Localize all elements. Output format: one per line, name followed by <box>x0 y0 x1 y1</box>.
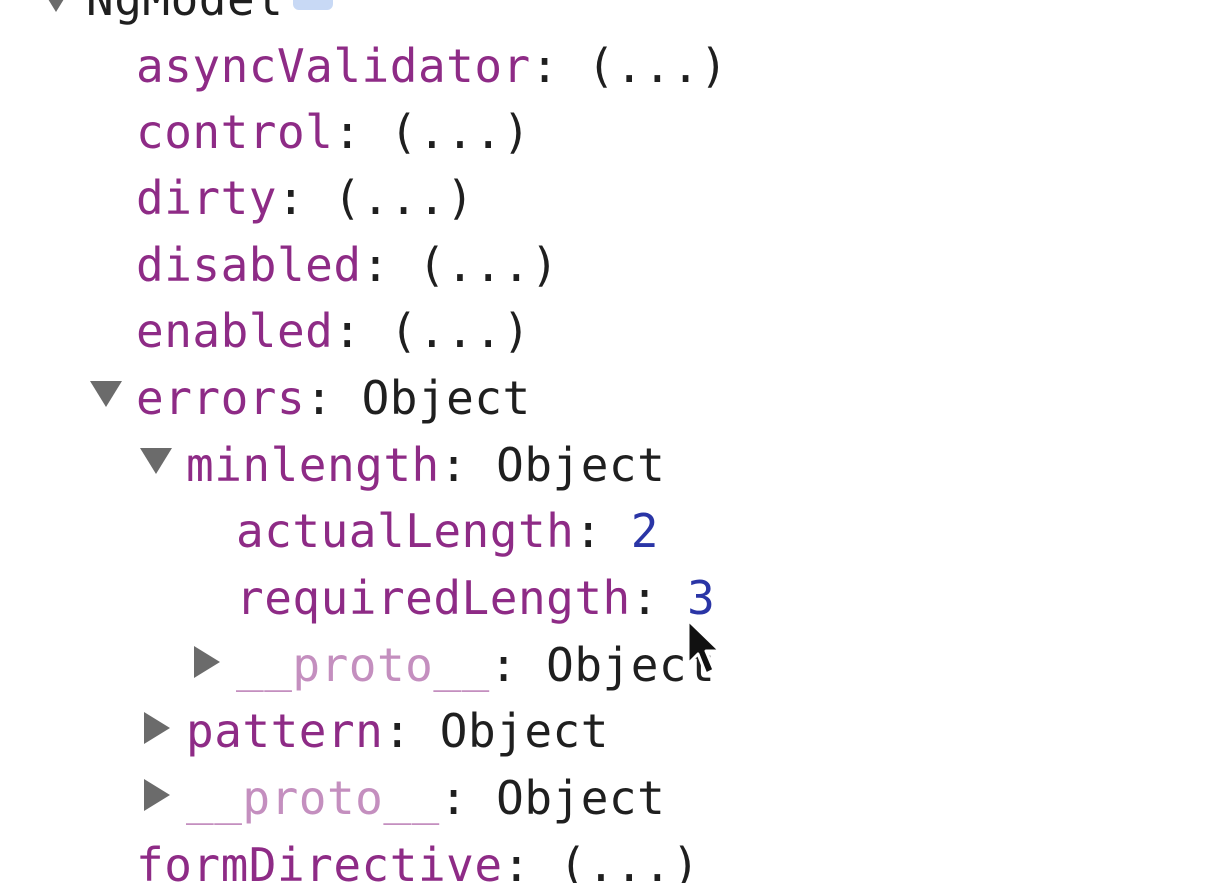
expand-triangle-down-icon[interactable] <box>90 381 122 407</box>
key-separator: : <box>305 371 334 425</box>
key-separator: : <box>489 638 518 692</box>
tree-row-errors[interactable]: errors: Object <box>90 365 531 431</box>
tree-row-requiredlength[interactable]: requiredLength: 3 <box>236 565 715 631</box>
property-key-inherited: __proto__ <box>236 638 490 692</box>
tree-row-actuallength[interactable]: actualLength: 2 <box>236 498 659 564</box>
expand-triangle-right-icon[interactable] <box>144 712 170 744</box>
property-value[interactable]: (...) <box>333 171 474 225</box>
property-value[interactable]: (...) <box>390 304 531 358</box>
mouse-pointer-icon <box>686 618 722 676</box>
property-value-number: 3 <box>687 571 716 625</box>
tree-row-asyncvalidator[interactable]: asyncValidator: (...) <box>136 33 728 99</box>
expand-triangle-right-icon[interactable] <box>194 646 220 678</box>
property-key: control <box>136 105 334 159</box>
root-node-label: NgModel <box>86 0 283 26</box>
expand-triangle-right-icon[interactable] <box>144 779 170 811</box>
tree-row-formdirective[interactable]: formDirective: (...) <box>136 832 700 883</box>
property-key: dirty <box>136 171 277 225</box>
key-separator: : <box>361 238 390 292</box>
info-badge-icon <box>293 0 334 10</box>
tree-row-ngmodel[interactable]: NgModel <box>40 0 334 32</box>
property-key: requiredLength <box>236 571 631 625</box>
tree-row-pattern[interactable]: pattern: Object <box>144 698 609 764</box>
tree-row-enabled[interactable]: enabled: (...) <box>136 298 531 364</box>
key-separator: : <box>530 39 559 93</box>
property-value[interactable]: (...) <box>390 105 531 159</box>
tree-row-minlength[interactable]: minlength: Object <box>140 432 666 498</box>
property-key-inherited: __proto__ <box>186 771 440 825</box>
tree-row-control[interactable]: control: (...) <box>136 99 531 165</box>
property-key: formDirective <box>136 838 503 883</box>
property-value[interactable]: (...) <box>587 39 728 93</box>
property-value-number: 2 <box>630 504 659 558</box>
key-separator: : <box>333 105 362 159</box>
property-key: actualLength <box>236 504 575 558</box>
key-separator: : <box>502 838 531 883</box>
property-value: Object <box>496 438 666 492</box>
tree-row-errors-proto[interactable]: __proto__: Object <box>144 765 666 831</box>
expand-triangle-down-icon[interactable] <box>140 448 172 474</box>
property-key: enabled <box>136 304 334 358</box>
property-value[interactable]: (...) <box>418 238 559 292</box>
property-key: errors <box>136 371 306 425</box>
property-key: asyncValidator <box>136 39 531 93</box>
key-separator: : <box>439 438 468 492</box>
property-value: Object <box>361 371 531 425</box>
key-separator: : <box>333 304 362 358</box>
property-value: Object <box>496 771 666 825</box>
property-value[interactable]: (...) <box>559 838 700 883</box>
property-key: pattern <box>186 704 384 758</box>
expand-triangle-down-icon[interactable] <box>40 0 72 12</box>
key-separator: : <box>574 504 603 558</box>
property-value: Object <box>439 704 609 758</box>
key-separator: : <box>630 571 659 625</box>
key-separator: : <box>383 704 412 758</box>
devtools-object-inspector: NgModel asyncValidator: (...) control: (… <box>0 0 1216 883</box>
property-key: minlength <box>186 438 440 492</box>
tree-row-disabled[interactable]: disabled: (...) <box>136 232 559 298</box>
key-separator: : <box>276 171 306 225</box>
tree-row-minlength-proto[interactable]: __proto__: Object <box>194 632 715 698</box>
property-key: disabled <box>136 238 362 292</box>
tree-row-dirty[interactable]: dirty: (...) <box>136 165 474 231</box>
key-separator: : <box>439 771 468 825</box>
